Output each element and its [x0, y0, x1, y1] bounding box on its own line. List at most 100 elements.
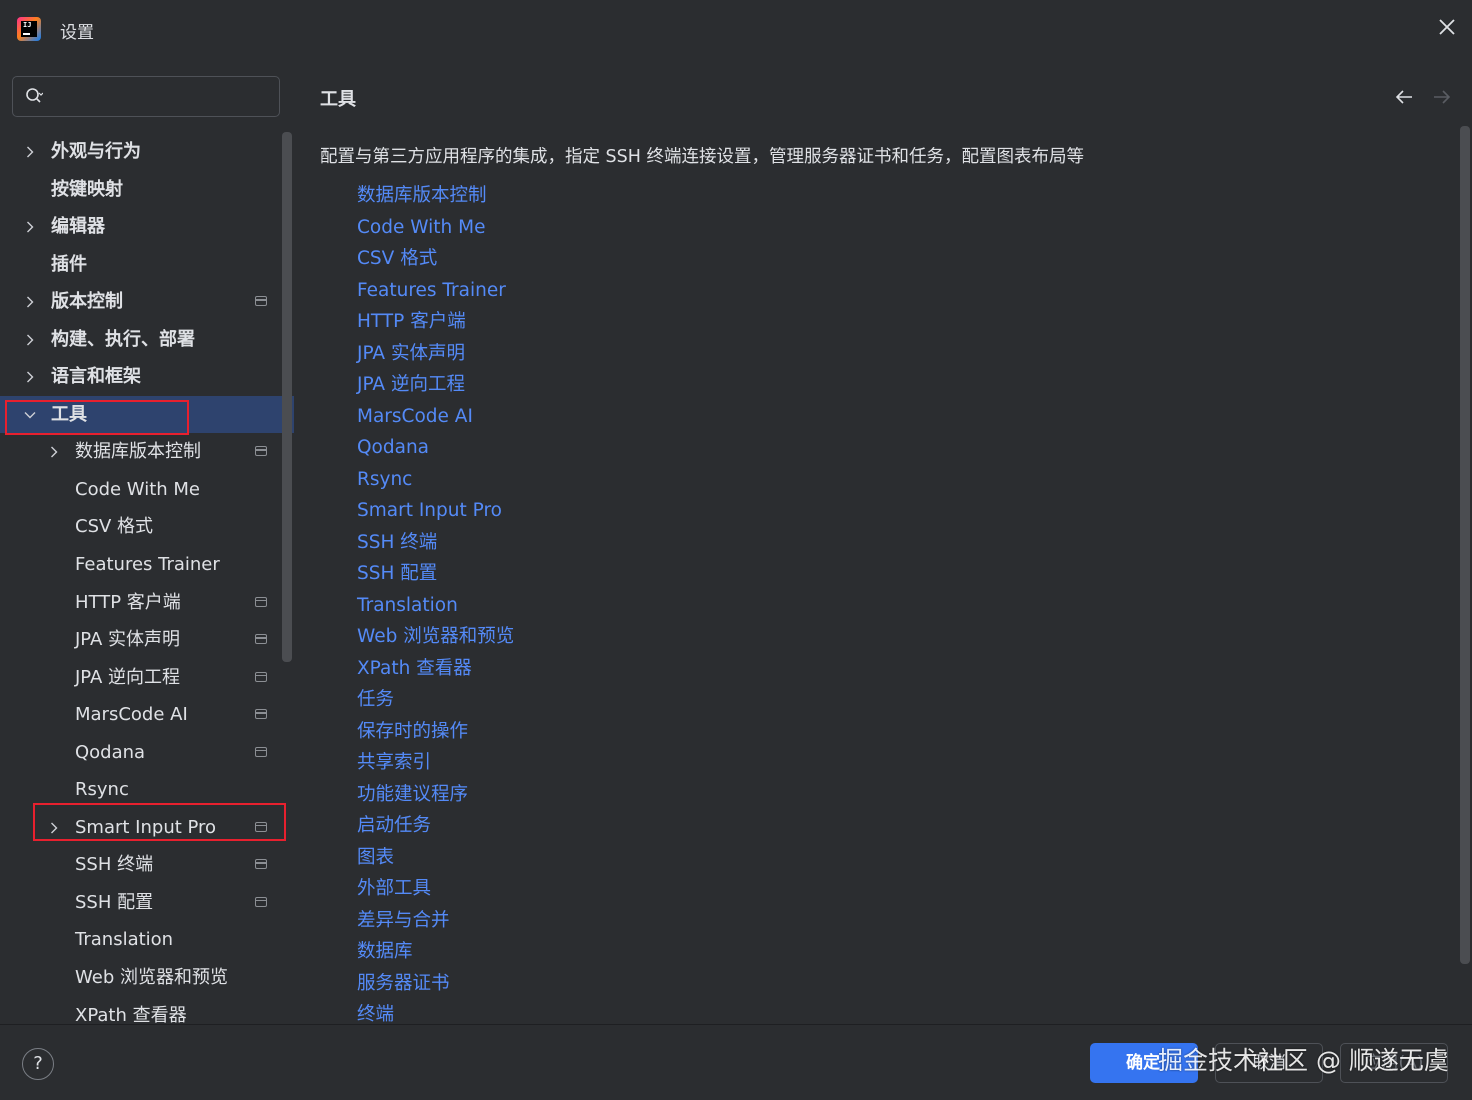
project-level-icon: [255, 296, 267, 307]
settings-link[interactable]: 差异与合并: [357, 905, 514, 937]
sidebar-item-tools-child-4[interactable]: HTTP 客户端: [0, 584, 294, 622]
sidebar-item-tools-child-3[interactable]: Features Trainer: [0, 546, 294, 584]
sidebar-item-tools-child-7[interactable]: MarsCode AI: [0, 696, 294, 734]
project-level-icon: [255, 896, 267, 907]
settings-link[interactable]: SSH 终端: [357, 527, 514, 559]
sidebar-item-label: 按键映射: [51, 178, 123, 200]
sidebar-item-tools-child-11[interactable]: SSH 终端: [0, 846, 294, 884]
search-input[interactable]: [59, 85, 273, 111]
sidebar-item-top-5[interactable]: 构建、执行、部署: [0, 321, 294, 359]
sidebar-item-tools-child-14[interactable]: Web 浏览器和预览: [0, 959, 294, 997]
settings-link[interactable]: CSV 格式: [357, 243, 514, 275]
cancel-button[interactable]: 取消: [1215, 1043, 1323, 1083]
settings-link-list: 数据库版本控制 Code With Me CSV 格式 Features Traine…: [357, 180, 514, 1031]
settings-content: 工具 配置与第三方应用程序的集成，指定 SSH 终端连接设置，管理服务器证书和任…: [294, 60, 1472, 1025]
settings-link[interactable]: JPA 逆向工程: [357, 369, 514, 401]
settings-sidebar: 外观与行为 按键映射 编辑器 插件 版本控制 构建、执行、部署 语言和框架 工具 数据库版本控制…: [0, 60, 294, 1024]
sidebar-item-label: 版本控制: [51, 291, 123, 313]
sidebar-item-label: Features Trainer: [75, 554, 220, 576]
settings-link[interactable]: 保存时的操作: [357, 716, 514, 748]
sidebar-item-top-6[interactable]: 语言和框架: [0, 358, 294, 396]
arrow-left-icon: [1395, 90, 1412, 104]
sidebar-item-tools-child-15[interactable]: XPath 查看器: [0, 997, 294, 1024]
close-button[interactable]: [1432, 16, 1462, 44]
settings-link[interactable]: Translation: [357, 590, 514, 622]
sidebar-item-label: XPath 查看器: [75, 1004, 187, 1024]
settings-link[interactable]: Code With Me: [357, 212, 514, 244]
sidebar-item-top-2[interactable]: 编辑器: [0, 208, 294, 246]
settings-link[interactable]: 启动任务: [357, 810, 514, 842]
sidebar-scrollbar[interactable]: [282, 132, 292, 662]
highlight-box-smart-input-pro: [33, 803, 286, 841]
project-level-icon: [255, 746, 267, 757]
close-icon: [1439, 19, 1455, 35]
content-scrollbar[interactable]: [1460, 126, 1470, 964]
settings-link[interactable]: Features Trainer: [357, 275, 514, 307]
settings-tree: 外观与行为 按键映射 编辑器 插件 版本控制 构建、执行、部署 语言和框架 工具 数据库版本控制…: [0, 133, 294, 1024]
project-level-icon: [255, 859, 267, 870]
settings-link[interactable]: MarsCode AI: [357, 401, 514, 433]
sidebar-item-label: JPA 逆向工程: [75, 666, 181, 688]
apply-button[interactable]: 应用(A): [1340, 1043, 1448, 1083]
settings-link[interactable]: Rsync: [357, 464, 514, 496]
project-level-icon: [255, 671, 267, 682]
sidebar-item-top-4[interactable]: 版本控制: [0, 283, 294, 321]
project-level-icon: [255, 709, 267, 720]
settings-link[interactable]: 功能建议程序: [357, 779, 514, 811]
ok-button[interactable]: 确定: [1090, 1043, 1198, 1083]
search-icon: [26, 88, 43, 103]
back-button[interactable]: [1393, 86, 1415, 108]
sidebar-item-label: 编辑器: [51, 216, 105, 238]
settings-link[interactable]: 服务器证书: [357, 968, 514, 1000]
page-description: 配置与第三方应用程序的集成，指定 SSH 终端连接设置，管理服务器证书和任务，配…: [320, 147, 1084, 167]
settings-link[interactable]: SSH 配置: [357, 558, 514, 590]
arrow-right-icon: [1434, 90, 1451, 104]
sidebar-item-label: 外观与行为: [51, 141, 141, 162]
settings-link[interactable]: XPath 查看器: [357, 653, 514, 685]
settings-search-box[interactable]: [12, 76, 280, 117]
sidebar-item-label: 插件: [51, 253, 87, 275]
highlight-box-tools: [5, 400, 189, 435]
sidebar-item-tools-child-0[interactable]: 数据库版本控制: [0, 433, 294, 471]
settings-link[interactable]: 图表: [357, 842, 514, 874]
settings-link[interactable]: 共享索引: [357, 747, 514, 779]
settings-link[interactable]: 任务: [357, 684, 514, 716]
settings-link[interactable]: Qodana: [357, 432, 514, 464]
sidebar-item-tools-child-5[interactable]: JPA 实体声明: [0, 621, 294, 659]
project-level-icon: [255, 596, 267, 607]
sidebar-item-label: Translation: [75, 929, 174, 951]
sidebar-item-label: Web 浏览器和预览: [75, 967, 228, 989]
sidebar-item-top-0[interactable]: 外观与行为: [0, 133, 294, 171]
settings-link[interactable]: HTTP 客户端: [357, 306, 514, 338]
sidebar-item-label: CSV 格式: [75, 516, 154, 538]
help-button[interactable]: ?: [22, 1048, 54, 1080]
sidebar-item-label: Qodana: [75, 741, 146, 763]
settings-link[interactable]: 数据库: [357, 936, 514, 968]
chevron-right-icon[interactable]: [24, 146, 36, 158]
sidebar-item-tools-child-6[interactable]: JPA 逆向工程: [0, 659, 294, 697]
chevron-right-icon[interactable]: [24, 334, 36, 346]
chevron-right-icon[interactable]: [24, 296, 36, 308]
page-title: 工具: [320, 89, 356, 110]
sidebar-item-tools-child-12[interactable]: SSH 配置: [0, 884, 294, 922]
sidebar-item-label: JPA 实体声明: [75, 629, 181, 651]
settings-link[interactable]: 外部工具: [357, 873, 514, 905]
sidebar-item-tools-child-2[interactable]: CSV 格式: [0, 508, 294, 546]
settings-link[interactable]: Web 浏览器和预览: [357, 621, 514, 653]
sidebar-item-label: 数据库版本控制: [75, 441, 201, 463]
title-bar: IJ 设置: [0, 0, 1472, 60]
settings-link[interactable]: Smart Input Pro: [357, 495, 514, 527]
settings-link[interactable]: JPA 实体声明: [357, 338, 514, 370]
sidebar-item-tools-child-8[interactable]: Qodana: [0, 734, 294, 772]
chevron-right-icon[interactable]: [24, 221, 36, 233]
window-title: 设置: [60, 23, 94, 43]
settings-link[interactable]: 数据库版本控制: [357, 180, 514, 212]
sidebar-item-label: 构建、执行、部署: [51, 328, 195, 350]
chevron-right-icon[interactable]: [48, 446, 60, 458]
sidebar-item-tools-child-13[interactable]: Translation: [0, 921, 294, 959]
sidebar-item-tools-child-1[interactable]: Code With Me: [0, 471, 294, 509]
chevron-right-icon[interactable]: [24, 371, 36, 383]
sidebar-item-top-3[interactable]: 插件: [0, 246, 294, 284]
forward-button[interactable]: [1431, 86, 1453, 108]
sidebar-item-top-1[interactable]: 按键映射: [0, 171, 294, 209]
